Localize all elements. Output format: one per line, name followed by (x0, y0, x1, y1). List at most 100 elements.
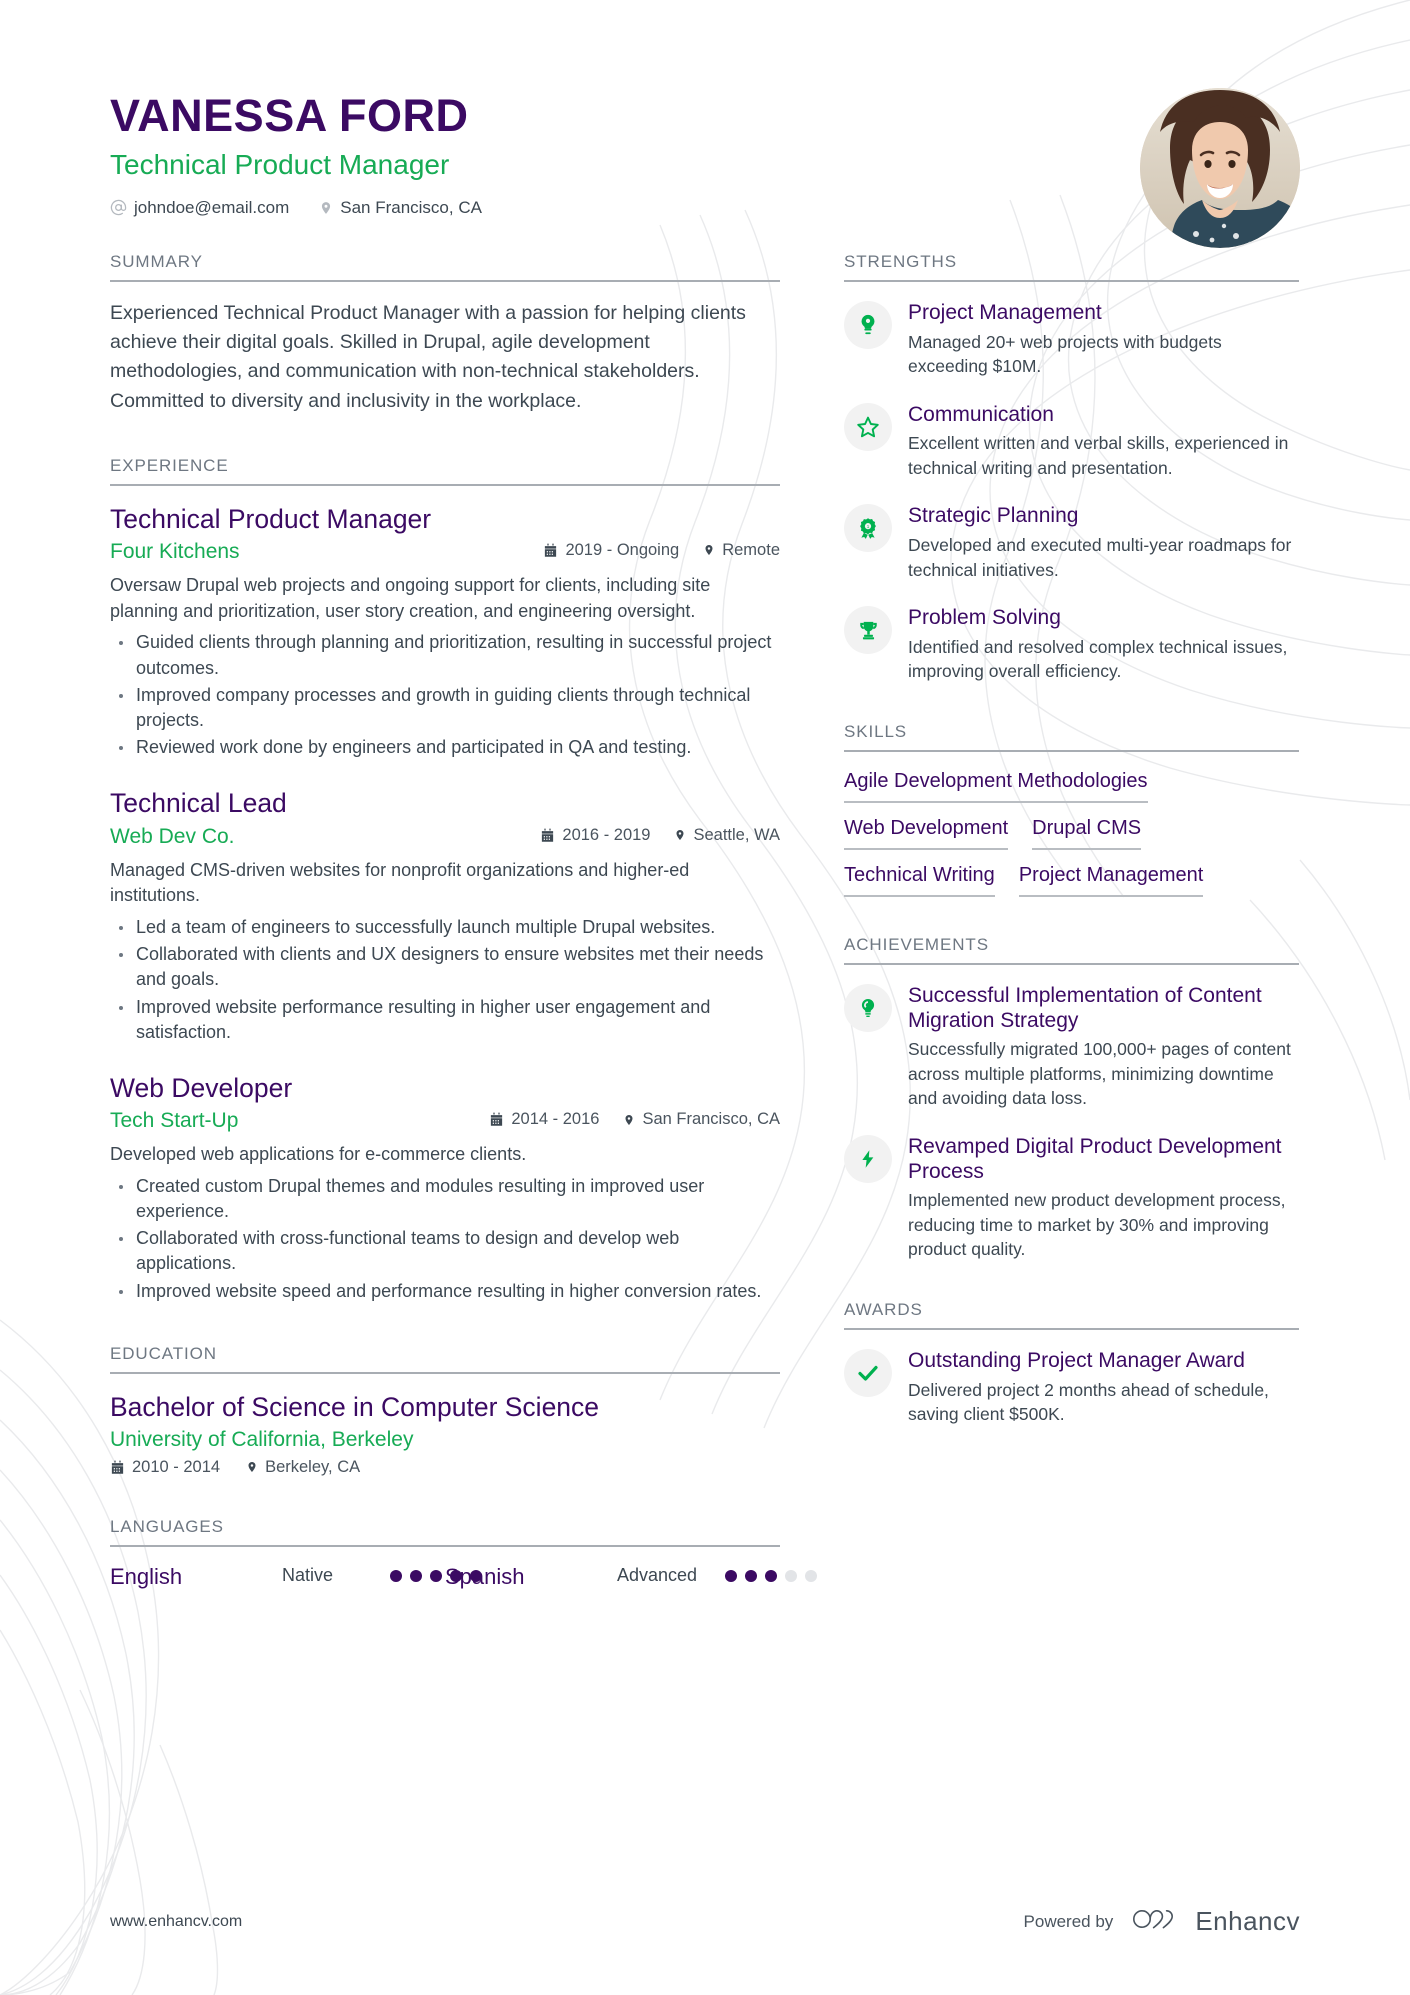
calendar-icon (110, 1460, 125, 1475)
page-title: VANESSA FORD (110, 90, 469, 141)
strength-item: Communication Excellent written and verb… (844, 401, 1299, 481)
experience-dates-text: 2014 - 2016 (511, 1110, 600, 1129)
experience-entry: Technical Product Manager Four Kitchens … (110, 503, 780, 761)
experience-entry: Technical Lead Web Dev Co. 2016 - 2019 S… (110, 787, 780, 1045)
strength-title: Communication (908, 402, 1054, 426)
lightbulb-icon (844, 300, 892, 349)
map-pin-icon (623, 1112, 635, 1128)
skills-list: Agile Development Methodologies Web Deve… (844, 769, 1299, 897)
experience-company: Web Dev Co. (110, 824, 235, 848)
section-achievements: ACHIEVEMENTS Successful Implementation o… (844, 935, 1299, 1262)
experience-description: Managed CMS-driven websites for nonprofi… (110, 859, 690, 906)
rating-dot (745, 1569, 757, 1582)
avatar (1140, 88, 1300, 248)
contact-email-text: johndoe@email.com (134, 197, 290, 217)
map-pin-icon (246, 1459, 258, 1475)
list-item: Led a team of engineers to successfully … (110, 915, 780, 940)
list-item: Improved website performance resulting i… (110, 995, 780, 1045)
experience-role: Technical Lead (110, 788, 287, 819)
map-pin-icon (703, 542, 715, 558)
calendar-icon (543, 543, 558, 558)
footer: www.enhancv.com Powered by Enhancv (110, 1906, 1300, 1937)
experience-bullets: Created custom Drupal themes and modules… (110, 1174, 780, 1304)
section-summary: SUMMARY Experienced Technical Product Ma… (110, 252, 780, 416)
experience-company: Four Kitchens (110, 539, 240, 563)
experience-location-text: San Francisco, CA (642, 1110, 780, 1129)
section-title-summary: SUMMARY (110, 252, 780, 282)
education-dates-text: 2010 - 2014 (132, 1457, 221, 1476)
experience-dates-text: 2019 - Ongoing (565, 540, 680, 559)
section-languages: LANGUAGES English Native Spanish Advance… (110, 1517, 817, 1590)
avatar-photo (1140, 88, 1300, 248)
section-title-experience: EXPERIENCE (110, 456, 780, 486)
section-title-skills: SKILLS (844, 722, 1299, 752)
rating-dot (765, 1569, 777, 1582)
contact-email[interactable]: johndoe@email.com (110, 198, 289, 218)
contact-row: johndoe@email.com San Francisco, CA (110, 198, 1300, 218)
education-location: Berkeley, CA (246, 1458, 360, 1477)
list-item: Guided clients through planning and prio… (110, 630, 780, 680)
star-icon (844, 402, 892, 451)
map-pin-icon (319, 199, 333, 217)
language-level: Native (282, 1564, 334, 1585)
achievement-item: Successful Implementation of Content Mig… (844, 982, 1299, 1111)
section-awards: AWARDS Outstanding Project Manager Award… (844, 1300, 1299, 1427)
resume-header: VANESSA FORD Technical Product Manager j… (110, 0, 1300, 248)
skill-tag: Drupal CMS (1032, 816, 1142, 850)
lightbulb-filled-icon (844, 983, 892, 1032)
section-experience: EXPERIENCE Technical Product Manager Fou… (110, 456, 780, 1304)
section-title-achievements: ACHIEVEMENTS (844, 935, 1299, 965)
contact-location: San Francisco, CA (319, 198, 482, 218)
at-sign-icon (110, 199, 127, 216)
achievement-title: Revamped Digital Product Development Pro… (908, 1134, 1282, 1183)
calendar-icon (489, 1112, 504, 1127)
section-title-education: EDUCATION (110, 1344, 780, 1374)
list-item: Improved company processes and growth in… (110, 683, 780, 733)
education-dates: 2010 - 2014 (110, 1458, 220, 1477)
rating-dot (410, 1569, 422, 1582)
section-skills: SKILLS Agile Development Methodologies W… (844, 722, 1299, 897)
section-title-awards: AWARDS (844, 1300, 1299, 1330)
education-location-text: Berkeley, CA (265, 1457, 361, 1476)
education-school: University of California, Berkeley (110, 1427, 414, 1451)
education-entry: Bachelor of Science in Computer Science … (110, 1391, 780, 1477)
resume-page: VANESSA FORD Technical Product Manager j… (0, 0, 1410, 1995)
achievement-item: Revamped Digital Product Development Pro… (844, 1133, 1299, 1262)
skill-tag: Project Management (1018, 863, 1204, 897)
strength-description: Managed 20+ web projects with budgets ex… (908, 331, 1222, 377)
experience-dates: 2014 - 2016 (489, 1110, 599, 1129)
experience-location-text: Seattle, WA (693, 825, 780, 844)
experience-dates-text: 2016 - 2019 (562, 825, 651, 844)
strength-item: Project Management Managed 20+ web proje… (844, 299, 1299, 379)
job-title: Technical Product Manager (110, 149, 450, 181)
experience-location: Remote (703, 541, 780, 560)
language-item: English Native (110, 1564, 482, 1590)
strength-item: 1 Strategic Planning Developed and execu… (844, 502, 1299, 582)
experience-description: Developed web applications for e-commerc… (110, 1144, 527, 1165)
achievement-description: Successfully migrated 100,000+ pages of … (908, 1039, 1291, 1109)
enhancv-logo-icon (1131, 1906, 1183, 1937)
strength-item: Problem Solving Identified and resolved … (844, 604, 1299, 684)
footer-website-url[interactable]: www.enhancv.com (110, 1913, 242, 1931)
footer-brand-name: Enhancv (1195, 1906, 1300, 1936)
award-medal-icon: 1 (844, 504, 892, 553)
section-strengths: STRENGTHS Project Management Managed 20+… (844, 252, 1299, 684)
list-item: Improved website speed and performance r… (110, 1279, 780, 1304)
rating-dot (805, 1569, 817, 1582)
section-education: EDUCATION Bachelor of Science in Compute… (110, 1344, 780, 1477)
language-level: Advanced (617, 1564, 698, 1585)
experience-description: Oversaw Drupal web projects and ongoing … (110, 574, 711, 621)
rating-dot (725, 1569, 737, 1582)
strength-title: Problem Solving (908, 606, 1061, 630)
right-column: STRENGTHS Project Management Managed 20+… (844, 252, 1299, 1465)
contact-location-text: San Francisco, CA (340, 197, 482, 217)
award-item: Outstanding Project Manager Award Delive… (844, 1347, 1299, 1427)
language-rating-dots (725, 1564, 817, 1582)
section-title-strengths: STRENGTHS (844, 252, 1299, 282)
rating-dot (785, 1569, 797, 1582)
experience-location-text: Remote (722, 540, 780, 559)
experience-role: Web Developer (110, 1072, 293, 1103)
check-icon (844, 1348, 892, 1397)
experience-role: Technical Product Manager (110, 503, 432, 534)
list-item: Collaborated with cross-functional teams… (110, 1226, 780, 1276)
